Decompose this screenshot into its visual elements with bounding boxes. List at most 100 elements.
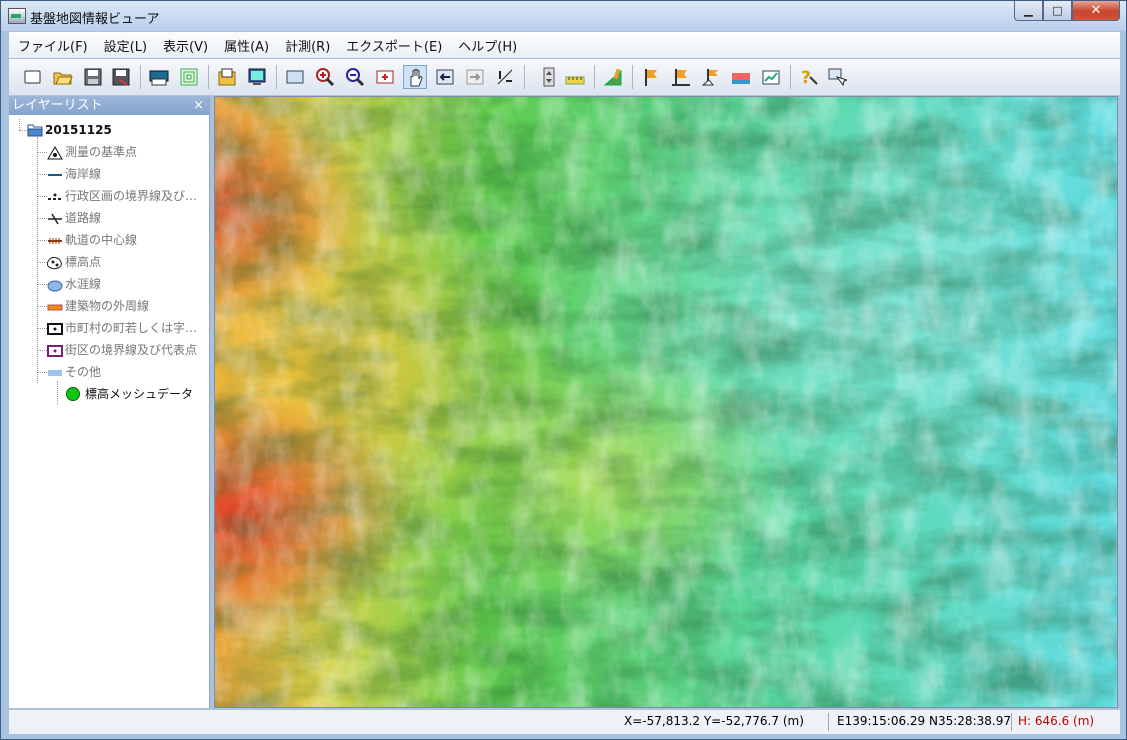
zoom-rect-button[interactable] (373, 65, 397, 89)
layer-item[interactable]: 街区の境界線及び代表点 (9, 339, 209, 361)
toolbar: ? (9, 59, 1120, 96)
open-folder-icon (53, 72, 73, 85)
display-button[interactable] (245, 65, 269, 89)
tree-root[interactable]: 20151125 (9, 119, 209, 141)
minimize-button[interactable]: ▁ (1014, 1, 1043, 21)
property-button[interactable] (825, 65, 849, 89)
menu-measure[interactable]: 計測(R) (276, 36, 337, 55)
svg-text:?: ? (801, 68, 811, 87)
draw-button[interactable] (601, 65, 625, 89)
flag-edit-button[interactable] (699, 65, 723, 89)
coastline-icon (47, 167, 63, 181)
layer-label: 市町村の町若しくは字… (65, 321, 198, 335)
layer-label: 標高点 (65, 255, 102, 269)
save-icon (84, 68, 102, 86)
layer-item[interactable]: 海岸線 (9, 163, 209, 185)
contour-button[interactable] (177, 65, 201, 89)
other-icon (47, 365, 63, 379)
app-icon[interactable] (8, 8, 26, 24)
save-as-button[interactable] (109, 65, 133, 89)
town-boundary-icon (47, 321, 63, 335)
elevation-scale-icon (543, 67, 555, 87)
maximize-button[interactable]: □ (1043, 1, 1072, 21)
layer-label: 道路線 (65, 211, 102, 225)
ruler-button[interactable] (563, 65, 587, 89)
save-button[interactable] (81, 65, 105, 89)
flag-edit-icon (701, 69, 718, 86)
draw-icon (603, 68, 622, 86)
close-button[interactable]: ✕ (1072, 1, 1120, 21)
new-button[interactable] (21, 65, 45, 89)
maximize-icon: □ (1052, 4, 1063, 17)
property-icon (828, 68, 847, 87)
title-bar[interactable]: 基盤地図情報ビューア ▁ □ ✕ (1, 1, 1126, 31)
back-icon (436, 69, 454, 85)
color-bar-icon (732, 73, 750, 84)
layer-item[interactable]: 測量の基準点 (9, 141, 209, 163)
elevation-map-canvas[interactable] (215, 97, 1118, 708)
elevation-scale-button[interactable] (537, 65, 561, 89)
menu-export[interactable]: エクスポート(E) (337, 36, 449, 55)
layer-label: 水涯線 (65, 277, 102, 291)
layer-item[interactable]: その他 (9, 361, 209, 383)
layer-list-panel: レイヤーリスト × 20151125 測量の基準点 海岸線 行政区画の境界線及び… 道… (9, 96, 210, 708)
layer-label: 測量の基準点 (65, 145, 138, 159)
layer-label: 軌道の中心線 (65, 233, 138, 247)
close-icon: ✕ (1090, 3, 1102, 18)
help-query-button[interactable]: ? (797, 65, 821, 89)
layer-item[interactable]: 行政区画の境界線及び… (9, 185, 209, 207)
forward-icon (466, 69, 484, 85)
layer-label: 建築物の外周線 (65, 299, 150, 313)
chart-button[interactable] (759, 65, 783, 89)
flag-add-button[interactable] (669, 65, 693, 89)
layer-label: 標高メッシュデータ (85, 387, 194, 401)
layer-item[interactable]: 標高点 (9, 251, 209, 273)
full-extent-icon (286, 70, 304, 84)
map-view[interactable] (214, 96, 1118, 708)
status-xy: X=-57,813.2 Y=-52,776.7 (m) (624, 714, 804, 728)
status-latlon: E139:15:06.29 N35:28:38.97 (837, 714, 1011, 728)
elevation-point-icon (46, 255, 63, 270)
layer-item[interactable]: 道路線 (9, 207, 209, 229)
contour-icon (180, 68, 198, 86)
panel-close-icon[interactable]: × (193, 96, 204, 115)
layer-label: 街区の境界線及び代表点 (65, 343, 198, 357)
back-button[interactable] (433, 65, 457, 89)
railway-icon (47, 233, 63, 247)
flag-add-icon (672, 69, 690, 86)
forward-button[interactable] (463, 65, 487, 89)
open-button[interactable] (51, 65, 75, 89)
menu-attribute[interactable]: 属性(A) (215, 36, 276, 55)
status-height: H: 646.6 (m) (1018, 714, 1095, 728)
layer-item-elevation-mesh[interactable]: 標高メッシュデータ (9, 383, 209, 405)
building-icon (47, 299, 63, 313)
layer-label: 海岸線 (65, 167, 102, 181)
window-title: 基盤地図情報ビューア (30, 12, 160, 27)
layer-item[interactable]: 水涯線 (9, 273, 209, 295)
new-icon (24, 70, 41, 84)
layer-item[interactable]: 建築物の外周線 (9, 295, 209, 317)
survey-point-icon (47, 145, 63, 160)
full-extent-button[interactable] (283, 65, 307, 89)
scale-ratio-button[interactable] (493, 65, 517, 89)
pan-button[interactable] (403, 65, 427, 89)
menu-help[interactable]: ヘルプ(H) (449, 36, 524, 55)
layer-item[interactable]: 市町村の町若しくは字… (9, 317, 209, 339)
flag-button[interactable] (639, 65, 663, 89)
menu-file[interactable]: ファイル(F) (9, 36, 95, 55)
layer-item[interactable]: 軌道の中心線 (9, 229, 209, 251)
import-button[interactable] (215, 65, 239, 89)
display-icon (248, 68, 266, 85)
zoom-in-button[interactable] (313, 65, 337, 89)
status-bar: X=-57,813.2 Y=-52,776.7 (m) E139:15:06.2… (9, 709, 1120, 734)
tree-root-label: 20151125 (45, 123, 112, 137)
print-icon (149, 70, 169, 86)
color-bar-button[interactable] (729, 65, 753, 89)
menu-settings[interactable]: 設定(L) (95, 36, 154, 55)
zoom-out-button[interactable] (343, 65, 367, 89)
block-boundary-icon (47, 343, 63, 357)
app-window: 基盤地図情報ビューア ▁ □ ✕ ファイル(F) 設定(L) 表示(V) 属性(… (0, 0, 1127, 740)
admin-boundary-icon (47, 189, 63, 203)
print-button[interactable] (147, 65, 171, 89)
menu-view[interactable]: 表示(V) (154, 36, 215, 55)
